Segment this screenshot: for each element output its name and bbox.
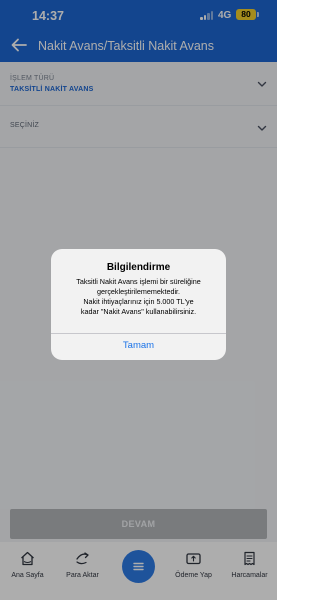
dialog-message-line: Nakit ihtiyaçlarınız için 5.000 TL'ye [83,297,194,306]
dialog-message-line: gerçekleştirilememektedir. [96,287,181,296]
dialog-title: Bilgilendirme [106,262,171,273]
dialog-message: Taksitli Nakit Avans işlemi bir süreliği… [59,277,218,317]
dialog-ok-button[interactable]: Tamam [51,334,226,360]
alert-dialog: Bilgilendirme Taksitli Nakit Avans işlem… [51,249,226,360]
dialog-message-line: Taksitli Nakit Avans işlemi bir süreliği… [76,277,201,286]
dialog-message-line: kadar "Nakit Avans" kullanabilirsiniz. [80,307,197,316]
